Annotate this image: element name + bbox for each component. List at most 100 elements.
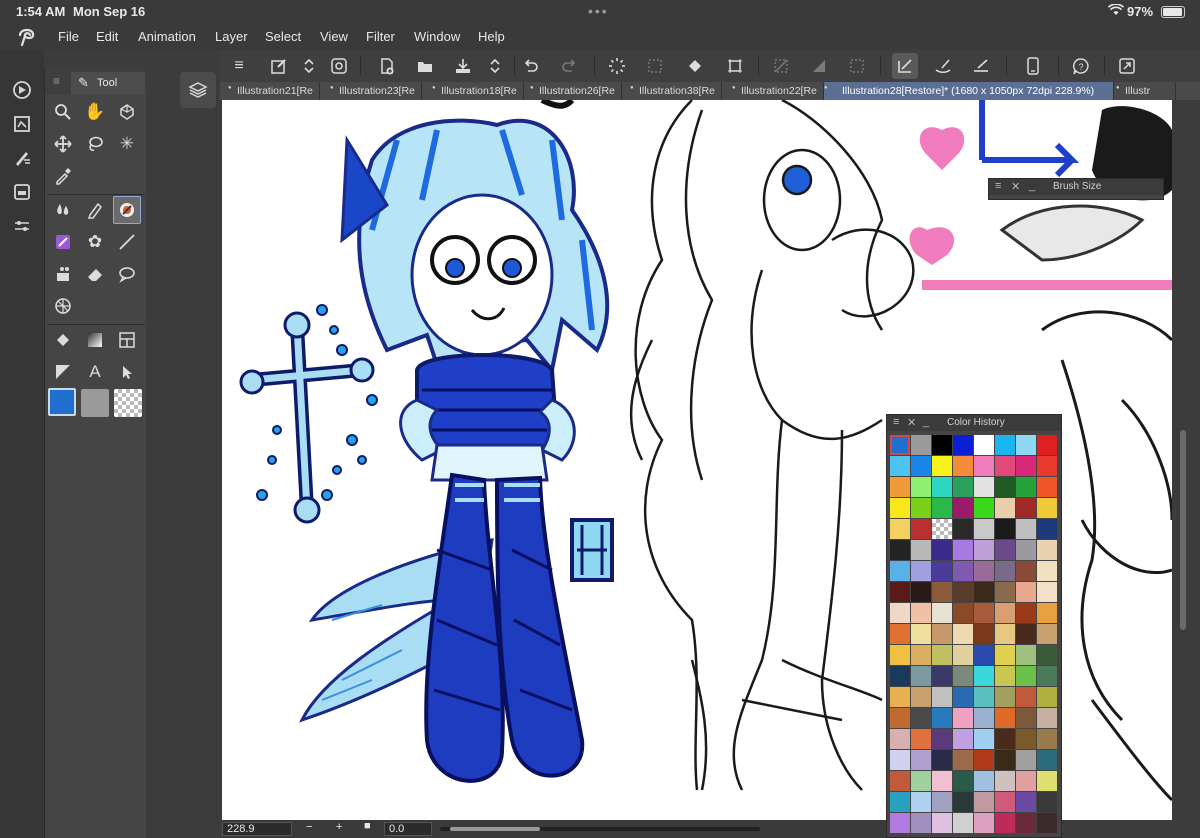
hamburger-menu-icon[interactable]: ≡: [226, 53, 252, 79]
color-history-swatch[interactable]: [890, 456, 910, 476]
rotate-tool-icon[interactable]: [113, 98, 141, 126]
airbrush-tool-icon[interactable]: [49, 228, 77, 256]
color-history-swatch[interactable]: [890, 540, 910, 560]
color-history-swatch[interactable]: [911, 582, 931, 602]
color-history-swatch[interactable]: [890, 624, 910, 644]
color-history-swatch[interactable]: [911, 603, 931, 623]
color-history-swatch[interactable]: [890, 519, 910, 539]
color-history-swatch[interactable]: [953, 666, 973, 686]
color-history-swatch[interactable]: [932, 435, 952, 455]
color-history-swatch[interactable]: [1016, 813, 1036, 833]
color-history-swatch[interactable]: [890, 750, 910, 770]
tab-illustration22[interactable]: Illustration22[Re: [732, 82, 824, 100]
color-history-swatch[interactable]: [1016, 519, 1036, 539]
color-history-swatch[interactable]: [1037, 645, 1057, 665]
color-history-swatch[interactable]: [1037, 477, 1057, 497]
color-history-swatch[interactable]: [1016, 435, 1036, 455]
color-history-swatch[interactable]: [995, 813, 1015, 833]
color-history-swatch[interactable]: [953, 519, 973, 539]
loading-spinner-icon[interactable]: [604, 53, 630, 79]
color-history-swatch[interactable]: [911, 792, 931, 812]
color-history-swatch[interactable]: [890, 477, 910, 497]
color-history-swatch[interactable]: [995, 792, 1015, 812]
scrollbar-thumb[interactable]: [1180, 430, 1186, 630]
fill-bucket-tool-icon[interactable]: [49, 260, 77, 288]
color-history-swatch[interactable]: [1016, 624, 1036, 644]
color-history-swatch[interactable]: [911, 645, 931, 665]
color-history-swatch[interactable]: [1037, 792, 1057, 812]
color-history-swatch[interactable]: [995, 477, 1015, 497]
color-history-swatch[interactable]: [1016, 708, 1036, 728]
eraser-tool-icon[interactable]: [81, 260, 109, 288]
color-history-swatch[interactable]: [953, 771, 973, 791]
blend-tool-icon[interactable]: [49, 196, 77, 224]
color-history-swatch[interactable]: [1037, 687, 1057, 707]
color-history-swatch[interactable]: [1037, 624, 1057, 644]
menu-view[interactable]: View: [320, 29, 348, 44]
color-history-swatch[interactable]: [1016, 792, 1036, 812]
color-history-swatch[interactable]: [953, 624, 973, 644]
balloon-tool-icon[interactable]: [113, 260, 141, 288]
color-history-swatch[interactable]: [932, 813, 952, 833]
color-history-swatch[interactable]: [953, 708, 973, 728]
color-history-swatch[interactable]: [890, 687, 910, 707]
fill-command-icon[interactable]: [682, 53, 708, 79]
color-history-swatch[interactable]: [890, 771, 910, 791]
panel-menu-icon[interactable]: ≡: [53, 74, 60, 88]
color-history-swatch[interactable]: [1016, 666, 1036, 686]
color-history-swatch[interactable]: [932, 582, 952, 602]
new-file-icon[interactable]: [374, 53, 400, 79]
close-icon[interactable]: ✕: [907, 416, 916, 429]
color-history-swatch[interactable]: [932, 519, 952, 539]
color-history-swatch[interactable]: [911, 498, 931, 518]
tab-illustration26[interactable]: Illustration26[Re: [530, 82, 622, 100]
close-icon[interactable]: ✕: [1011, 180, 1020, 193]
color-history-swatch[interactable]: [974, 813, 994, 833]
color-history-swatch[interactable]: [911, 435, 931, 455]
zoom-field[interactable]: 228.9: [222, 822, 292, 836]
color-history-swatch[interactable]: [1016, 645, 1036, 665]
color-history-swatch[interactable]: [953, 603, 973, 623]
color-history-swatch[interactable]: [995, 435, 1015, 455]
color-history-swatch[interactable]: [1037, 771, 1057, 791]
rotation-field[interactable]: 0.0: [384, 822, 432, 836]
color-history-swatch[interactable]: [1037, 750, 1057, 770]
color-history-swatch[interactable]: [974, 771, 994, 791]
frame-border-tool-icon[interactable]: [49, 292, 77, 320]
color-history-swatch[interactable]: [911, 456, 931, 476]
zoom-in-icon[interactable]: +: [336, 821, 342, 833]
auto-select-tool-icon[interactable]: ✳: [113, 130, 141, 158]
color-history-swatch[interactable]: [1016, 729, 1036, 749]
color-history-swatch[interactable]: [995, 498, 1015, 518]
color-history-swatch[interactable]: [1037, 666, 1057, 686]
palette-menu-icon[interactable]: ≡: [995, 180, 1001, 192]
color-history-swatch[interactable]: [890, 435, 910, 455]
color-history-swatch[interactable]: [932, 540, 952, 560]
color-history-swatch[interactable]: [974, 435, 994, 455]
material-icon[interactable]: [10, 112, 34, 136]
edit-brush-icon[interactable]: [266, 53, 292, 79]
color-history-swatch[interactable]: [932, 771, 952, 791]
navigator-icon[interactable]: [10, 78, 34, 102]
color-history-swatch[interactable]: [953, 582, 973, 602]
color-history-swatch[interactable]: [953, 687, 973, 707]
object-tool-icon[interactable]: [113, 358, 141, 386]
color-history-swatch[interactable]: [911, 477, 931, 497]
menu-layer[interactable]: Layer: [215, 29, 248, 44]
color-history-swatch[interactable]: [974, 456, 994, 476]
color-history-swatch[interactable]: [953, 792, 973, 812]
color-history-swatch[interactable]: [995, 540, 1015, 560]
tab-illustration28-active[interactable]: Illustration28[Restore]* (1680 x 1050px …: [824, 82, 1114, 100]
color-history-swatch[interactable]: [953, 435, 973, 455]
color-history-swatch[interactable]: [953, 750, 973, 770]
frame-tool-icon[interactable]: [113, 326, 141, 354]
color-history-swatch[interactable]: [932, 561, 952, 581]
color-history-swatch[interactable]: [974, 603, 994, 623]
menu-animation[interactable]: Animation: [138, 29, 196, 44]
menu-file[interactable]: File: [58, 29, 79, 44]
color-history-swatch[interactable]: [1037, 729, 1057, 749]
color-history-swatch[interactable]: [911, 519, 931, 539]
clear-selection-icon[interactable]: [642, 53, 668, 79]
color-history-swatch[interactable]: [974, 540, 994, 560]
tab-illustration18[interactable]: Illustration18[Re: [432, 82, 524, 100]
